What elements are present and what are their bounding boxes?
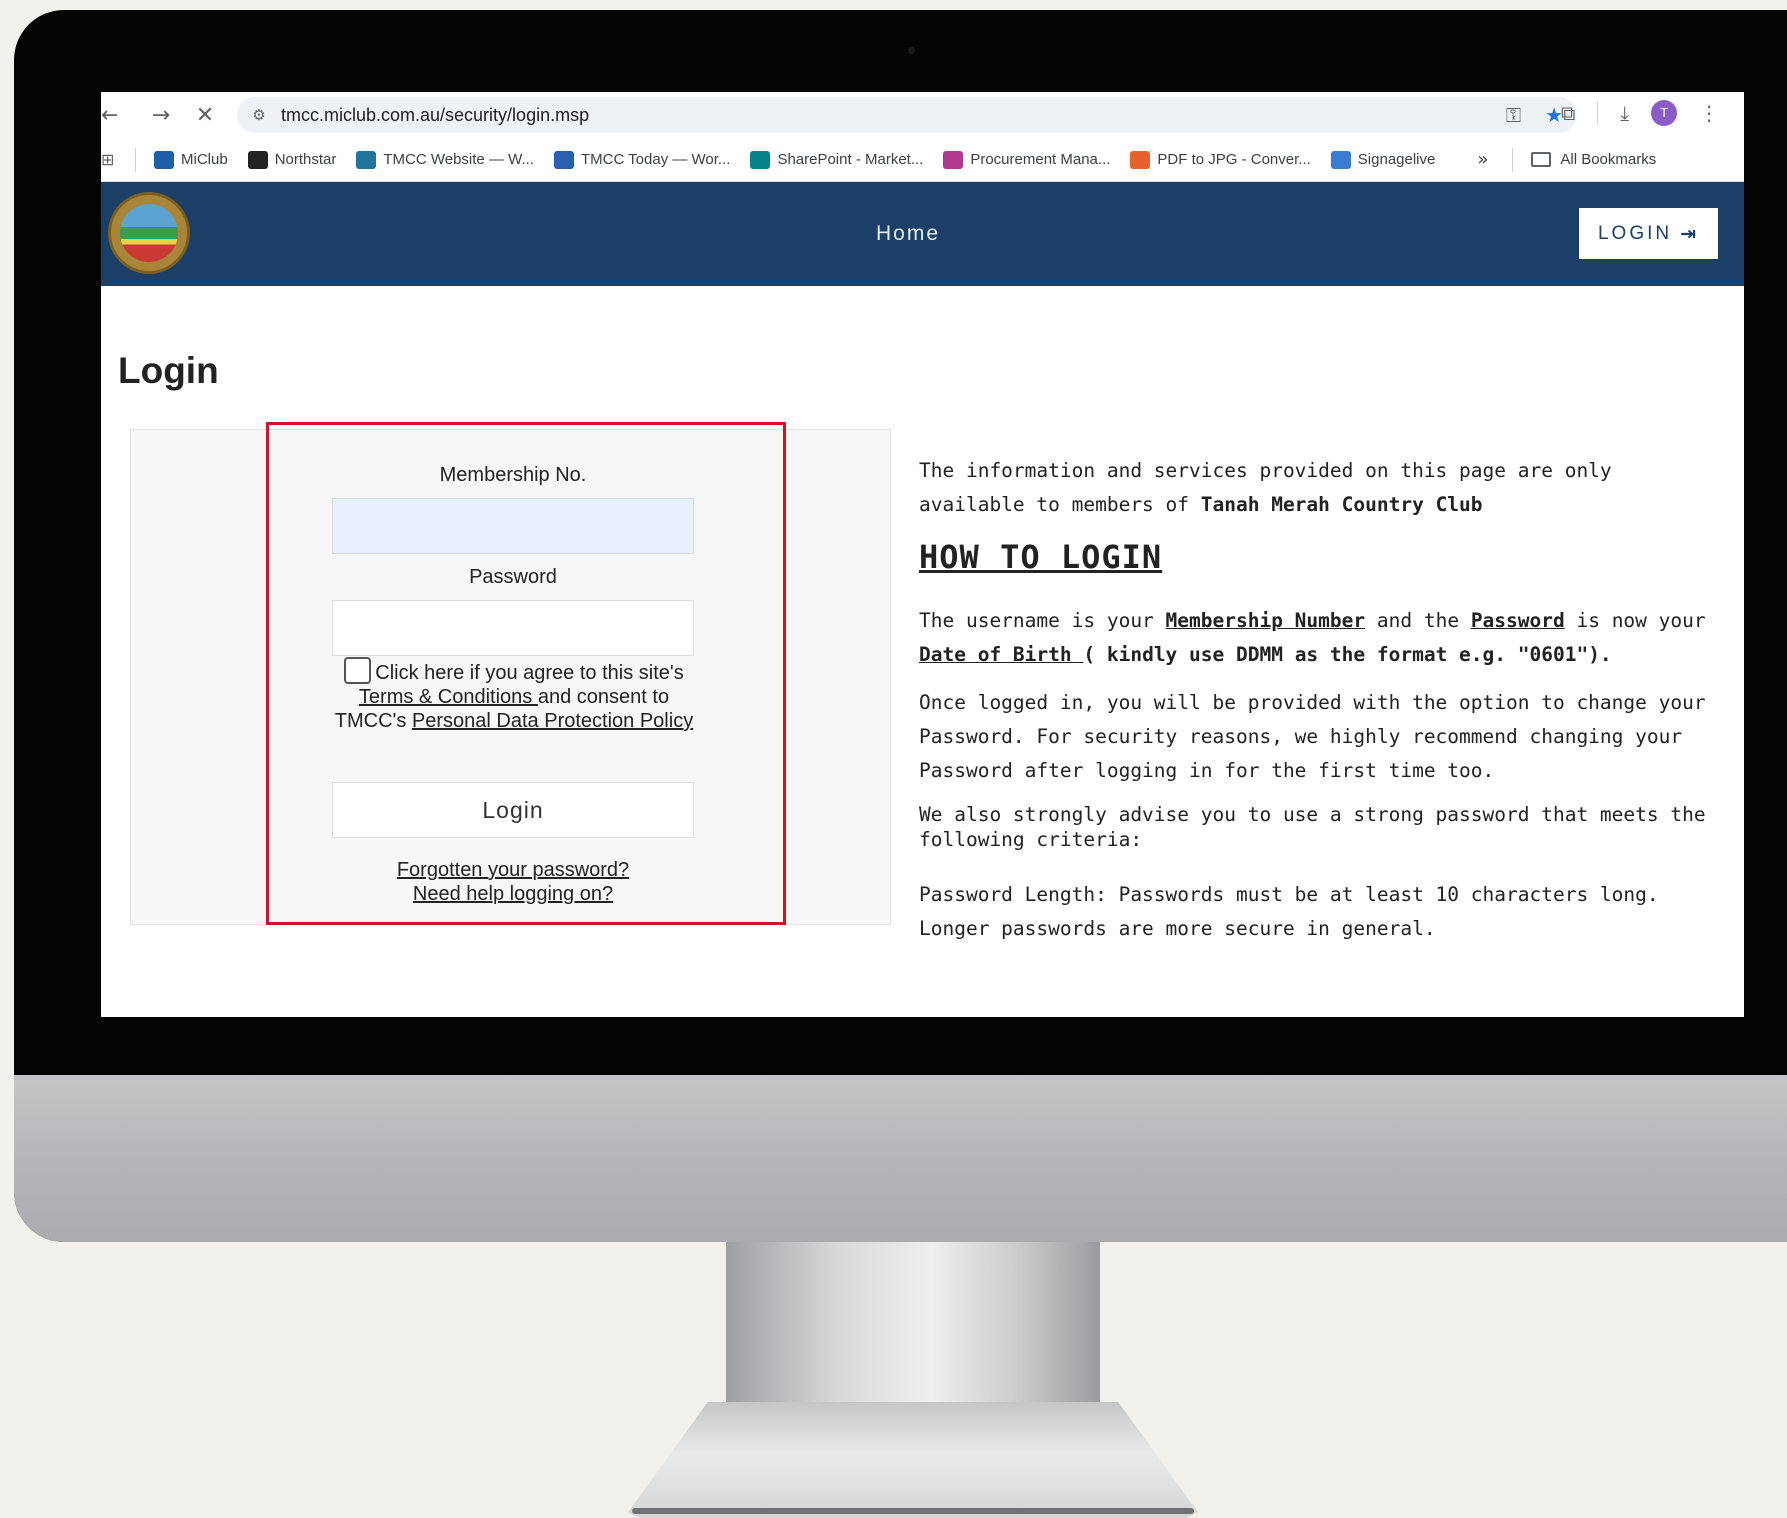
page-title: Login xyxy=(118,350,219,391)
highlight-box xyxy=(266,422,786,925)
bookmark-label: Northstar xyxy=(274,151,337,168)
bookmark-label: SharePoint - Market... xyxy=(777,151,924,168)
signagelive-icon xyxy=(1330,150,1351,169)
wordpress-icon xyxy=(356,150,377,169)
date-of-birth-text: Date of Birth xyxy=(919,643,1084,666)
toolbar-right-icons: ⧉ ⤓ T ⋮ xyxy=(1561,100,1719,126)
northstar-icon xyxy=(247,150,268,169)
monitor-bezel: ← → ✕ ⚙ tmcc.miclub.com.au/security/logi… xyxy=(14,10,1787,1242)
bookmark-item[interactable]: Northstar xyxy=(247,150,337,169)
all-bookmarks-label: All Bookmarks xyxy=(1560,151,1657,168)
bookmark-label: TMCC Today — Wor... xyxy=(580,151,731,168)
stop-loading-icon[interactable]: ✕ xyxy=(183,103,227,128)
membership-number-text: Membership Number xyxy=(1165,609,1366,632)
bookmark-item[interactable]: Procurement Mana... xyxy=(943,150,1111,169)
bookmark-item[interactable]: Signagelive xyxy=(1330,150,1436,169)
bookmark-item[interactable]: SharePoint - Market... xyxy=(750,150,924,169)
procurement-icon xyxy=(943,150,964,169)
extensions-icon[interactable]: ⧉ xyxy=(1561,101,1575,125)
club-logo[interactable] xyxy=(108,192,190,274)
format-note: ( kindly use DDMM as the format e.g. "06… xyxy=(1083,643,1612,666)
menu-kebab-icon[interactable]: ⋮ xyxy=(1699,101,1719,125)
password-word: Password xyxy=(1470,609,1565,632)
monitor-chin xyxy=(14,1075,1787,1242)
club-name: Tanah Merah Country Club xyxy=(1200,493,1483,516)
profile-avatar[interactable]: T xyxy=(1651,100,1678,126)
sign-in-arrow-icon: ⇥ xyxy=(1680,222,1700,245)
tmcc-today-icon xyxy=(553,150,574,169)
miclub-icon xyxy=(154,150,174,169)
bookmark-label: Signagelive xyxy=(1357,151,1436,168)
length-paragraph: Password Length: Passwords must be at le… xyxy=(919,883,1659,940)
bookmark-item[interactable]: TMCC Today — Wor... xyxy=(553,150,731,169)
bookmark-label: TMCC Website — W... xyxy=(383,151,534,168)
screen: ← → ✕ ⚙ tmcc.miclub.com.au/security/logi… xyxy=(101,92,1744,1017)
username-paragraph: The username is your Membership Number a… xyxy=(919,604,1709,672)
intro-paragraph: The information and services provided on… xyxy=(919,454,1709,522)
username-text-3: is now your xyxy=(1564,609,1706,632)
toolbar-divider xyxy=(1597,101,1599,125)
how-to-login-heading: HOW TO LOGIN xyxy=(919,538,1163,576)
back-icon[interactable]: ← xyxy=(101,103,117,128)
bookmark-item[interactable]: MiClub xyxy=(154,150,228,169)
password-key-icon[interactable]: ⚿ xyxy=(1506,103,1521,127)
sharepoint-icon xyxy=(750,150,771,169)
username-text-2: and the xyxy=(1365,609,1471,632)
more-bookmarks-icon[interactable]: » xyxy=(1477,149,1488,170)
bookmark-label: PDF to JPG - Conver... xyxy=(1157,151,1311,168)
bookmarks-divider xyxy=(135,147,136,172)
address-bar[interactable]: ⚙ tmcc.miclub.com.au/security/login.msp … xyxy=(237,97,1577,133)
login-instructions: The information and services provided on… xyxy=(919,454,1709,960)
header-login-button[interactable]: LOGIN ⇥ xyxy=(1579,208,1718,259)
bookmark-list: MiClub Northstar TMCC Website — W... TMCC T… xyxy=(154,150,1455,169)
username-text-1: The username is your xyxy=(919,609,1166,632)
url-text[interactable]: tmcc.miclub.com.au/security/login.msp xyxy=(281,105,589,126)
once-logged-paragraph: Once logged in, you will be provided wit… xyxy=(919,691,1706,782)
camera-dot xyxy=(908,47,915,54)
bookmark-item[interactable]: TMCC Website — W... xyxy=(356,150,534,169)
bookmarks-divider-2 xyxy=(1512,147,1514,172)
monitor-stand-base xyxy=(628,1402,1198,1518)
folder-icon xyxy=(1531,152,1552,167)
logo-emblem xyxy=(120,204,178,262)
browser-toolbar: ← → ✕ ⚙ tmcc.miclub.com.au/security/logi… xyxy=(101,92,1744,138)
header-login-label: LOGIN xyxy=(1597,222,1673,244)
pdf-to-jpg-icon xyxy=(1130,150,1151,169)
monitor-stand-neck xyxy=(726,1242,1100,1422)
all-bookmarks[interactable]: All Bookmarks xyxy=(1531,151,1656,168)
bookmark-item[interactable]: PDF to JPG - Conver... xyxy=(1130,150,1311,169)
bookmarks-bar: ⊞ MiClub Northstar TMCC Website — W... TMCC… xyxy=(101,138,1744,182)
site-header: Home LOGIN ⇥ xyxy=(101,182,1744,286)
forward-icon[interactable]: → xyxy=(139,103,183,128)
monitor-base-edge xyxy=(632,1508,1194,1514)
download-icon[interactable]: ⤓ xyxy=(1620,101,1629,125)
site-info-icon[interactable]: ⚙ xyxy=(237,106,281,124)
bookmark-label: Procurement Mana... xyxy=(970,151,1111,168)
nav-home-link[interactable]: Home xyxy=(876,222,940,246)
apps-grid-icon[interactable]: ⊞ xyxy=(101,150,117,169)
advise-paragraph: We also strongly advise you to use a str… xyxy=(919,803,1706,851)
bookmark-label: MiClub xyxy=(181,151,228,168)
